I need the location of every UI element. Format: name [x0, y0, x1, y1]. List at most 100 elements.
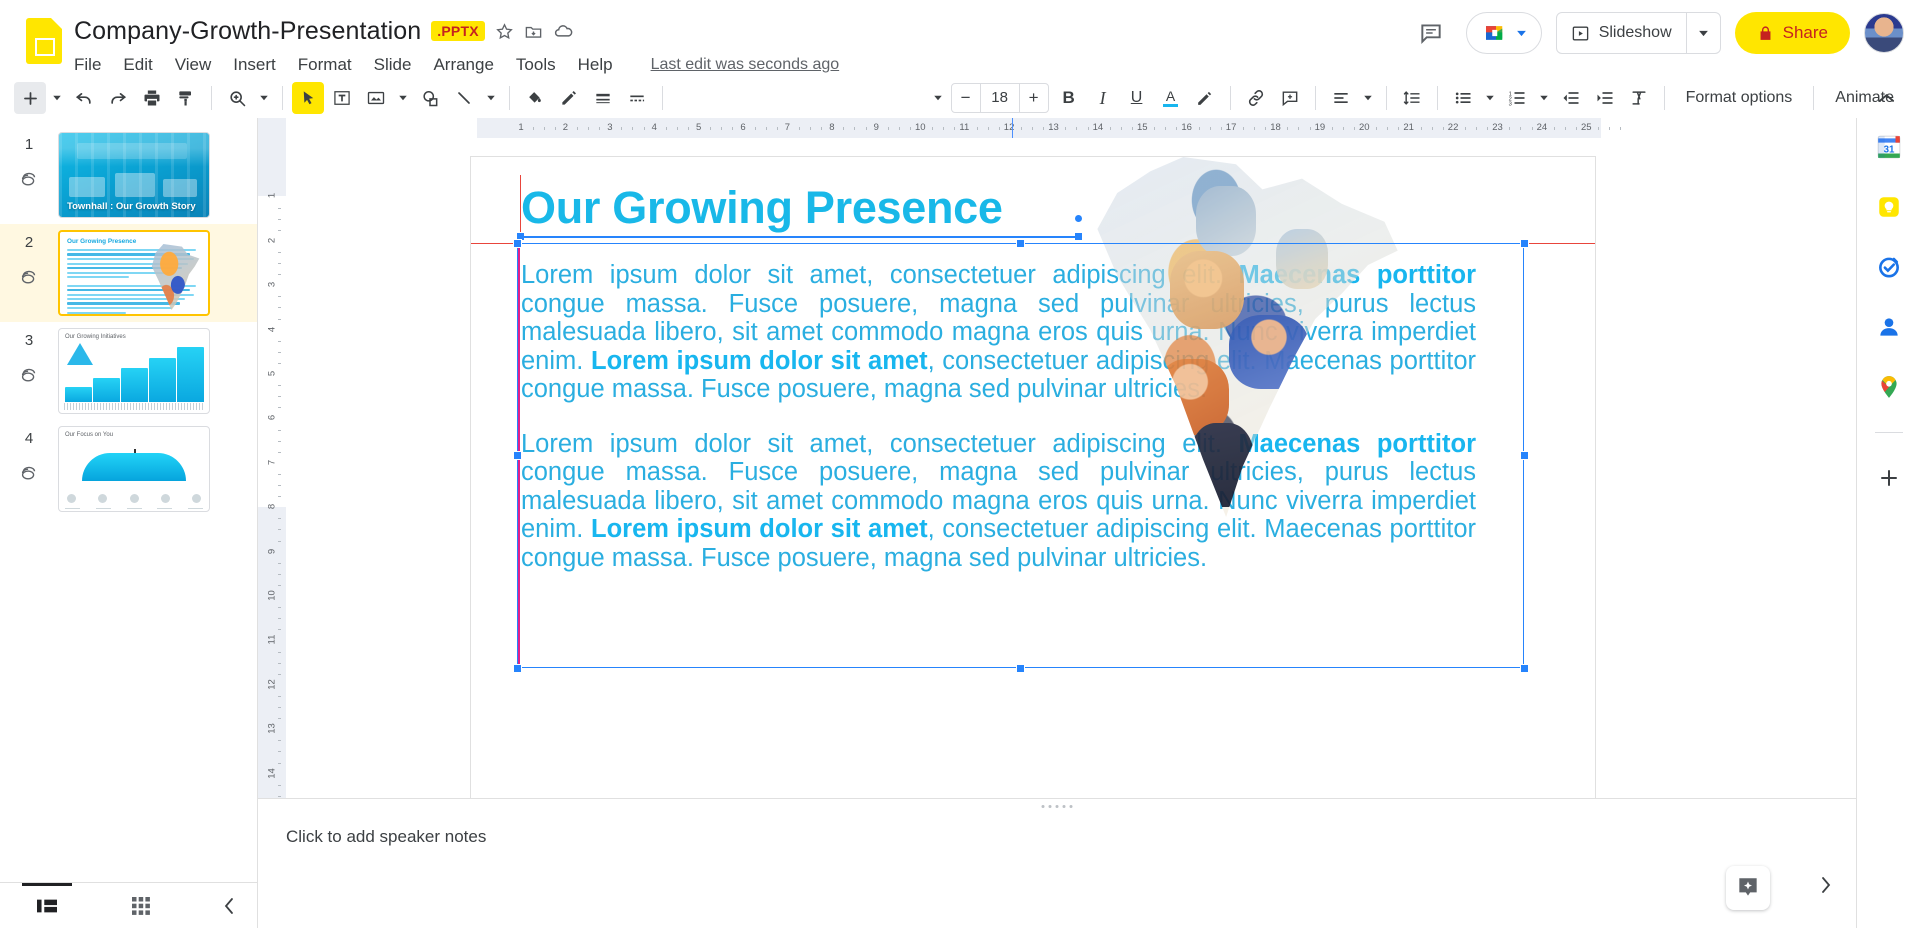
duplicate-slide-icon[interactable] — [0, 365, 58, 387]
duplicate-slide-icon[interactable] — [0, 267, 58, 289]
line-icon[interactable] — [448, 82, 480, 114]
new-slide-chevron-down-icon[interactable] — [48, 82, 66, 114]
slide-thumbnail-1[interactable]: 1 Townhall : Our Growth Story — [0, 126, 257, 224]
notes-resize-handle[interactable] — [1041, 805, 1073, 808]
highlight-color-icon[interactable] — [1189, 82, 1221, 114]
page-title[interactable]: Company-Growth-Presentation — [74, 17, 421, 46]
slideshow-button[interactable]: Slideshow — [1557, 13, 1686, 53]
menu-insert[interactable]: Insert — [233, 55, 276, 75]
increase-indent-icon[interactable] — [1589, 82, 1621, 114]
decrease-indent-icon[interactable] — [1555, 82, 1587, 114]
collapse-toolbar-icon[interactable] — [1870, 82, 1902, 114]
slide-3-preview[interactable]: Our Growing Initiatives — [58, 328, 210, 414]
undo-icon[interactable] — [68, 82, 100, 114]
fill-color-icon[interactable] — [519, 82, 551, 114]
paint-format-icon[interactable] — [170, 82, 202, 114]
text-color-icon[interactable]: A — [1155, 82, 1187, 114]
body-handle-top-left[interactable] — [513, 239, 522, 248]
slide-title-textbox[interactable]: Our Growing Presence — [521, 182, 1003, 234]
menu-slide[interactable]: Slide — [374, 55, 412, 75]
new-slide-icon[interactable] — [14, 82, 46, 114]
body-handle-bottom-center[interactable] — [1016, 664, 1025, 673]
expand-panel-icon[interactable] — [1808, 868, 1842, 902]
zoom-chevron-down-icon[interactable] — [255, 82, 273, 114]
slide-canvas[interactable]: Our Growing Presence Lorem ipsum dolor s… — [470, 156, 1596, 801]
google-meet-icon[interactable] — [1465, 12, 1542, 54]
select-tool-icon[interactable] — [292, 82, 324, 114]
zoom-icon[interactable] — [221, 82, 253, 114]
avatar[interactable] — [1864, 13, 1904, 53]
print-icon[interactable] — [136, 82, 168, 114]
border-dash-icon[interactable] — [621, 82, 653, 114]
slide-thumbnail-2[interactable]: 2 Our Growing Presence — [0, 224, 257, 322]
menu-arrange[interactable]: Arrange — [433, 55, 493, 75]
menu-file[interactable]: File — [74, 55, 101, 75]
google-tasks-icon[interactable] — [1874, 252, 1904, 282]
slide-1-preview[interactable]: Townhall : Our Growth Story — [58, 132, 210, 218]
slide-thumbnail-3[interactable]: 3 Our Growing Initiatives — [0, 322, 257, 420]
slide-2-preview[interactable]: Our Growing Presence — [58, 230, 210, 316]
decrease-font-size-button[interactable]: − — [952, 84, 980, 112]
border-color-icon[interactable] — [553, 82, 585, 114]
duplicate-slide-icon[interactable] — [0, 463, 58, 485]
add-app-icon[interactable] — [1874, 463, 1904, 493]
menu-help[interactable]: Help — [578, 55, 613, 75]
align-chevron-down-icon[interactable] — [1359, 82, 1377, 114]
body-handle-bottom-right[interactable] — [1520, 664, 1529, 673]
slide-4-preview[interactable]: Our Focus on You — [58, 426, 210, 512]
filmstrip-view-icon[interactable] — [0, 882, 94, 928]
text-box-icon[interactable] — [326, 82, 358, 114]
google-keep-icon[interactable] — [1874, 192, 1904, 222]
border-weight-icon[interactable] — [587, 82, 619, 114]
slide-thumbnail-4[interactable]: 4 Our Focus on You — [0, 420, 257, 518]
cloud-saved-icon[interactable] — [553, 21, 574, 42]
underline-icon[interactable]: U — [1121, 82, 1153, 114]
collapse-panel-icon[interactable] — [213, 889, 247, 923]
body-handle-bottom-left[interactable] — [513, 664, 522, 673]
bold-icon[interactable]: B — [1053, 82, 1085, 114]
redo-icon[interactable] — [102, 82, 134, 114]
numbered-list-icon[interactable]: 123 — [1501, 82, 1533, 114]
add-comment-icon[interactable] — [1274, 82, 1306, 114]
body-handle-top-right[interactable] — [1520, 239, 1529, 248]
horizontal-ruler[interactable]: 1 2 3 4 5 6 7 8 9 10 11 12 13 14 15 16 17 18 19 20 21 22 23 24 2… — [258, 118, 1856, 138]
grid-view-icon[interactable] — [94, 883, 188, 928]
numbered-list-chevron-down-icon[interactable] — [1535, 82, 1553, 114]
horizontal-ruler-track[interactable]: 1 2 3 4 5 6 7 8 9 10 11 12 13 14 15 16 17 18 19 20 21 22 23 24 2… — [286, 118, 1856, 138]
align-icon[interactable] — [1325, 82, 1357, 114]
menu-tools[interactable]: Tools — [516, 55, 556, 75]
shape-icon[interactable] — [414, 82, 446, 114]
menu-view[interactable]: View — [175, 55, 212, 75]
line-chevron-down-icon[interactable] — [482, 82, 500, 114]
menu-format[interactable]: Format — [298, 55, 352, 75]
slide-body-textbox[interactable]: Lorem ipsum dolor sit amet, consectetuer… — [521, 261, 1476, 598]
ruler-indent-marker[interactable] — [1012, 118, 1014, 138]
slides-list[interactable]: 1 Townhall : Our Growth Story 2 Our Grow… — [0, 118, 257, 882]
increase-font-size-button[interactable]: + — [1020, 84, 1048, 112]
insert-link-icon[interactable] — [1240, 82, 1272, 114]
insert-image-icon[interactable] — [360, 82, 392, 114]
star-icon[interactable] — [495, 22, 514, 41]
font-chevron-down-icon[interactable] — [929, 82, 947, 114]
google-contacts-icon[interactable] — [1874, 312, 1904, 342]
duplicate-slide-icon[interactable] — [0, 169, 58, 191]
body-handle-middle-left[interactable] — [513, 451, 522, 460]
bulleted-list-chevron-down-icon[interactable] — [1481, 82, 1499, 114]
title-rotate-handle[interactable] — [1074, 214, 1083, 223]
last-edit-status[interactable]: Last edit was seconds ago — [651, 56, 840, 74]
speaker-notes-panel[interactable]: Click to add speaker notes — [258, 798, 1856, 928]
menu-edit[interactable]: Edit — [123, 55, 152, 75]
bulleted-list-icon[interactable] — [1447, 82, 1479, 114]
comment-history-icon[interactable] — [1410, 12, 1452, 54]
image-chevron-down-icon[interactable] — [394, 82, 412, 114]
line-spacing-icon[interactable] — [1396, 82, 1428, 114]
body-handle-top-center[interactable] — [1016, 239, 1025, 248]
format-options-button[interactable]: Format options — [1674, 83, 1805, 113]
italic-icon[interactable]: I — [1087, 82, 1119, 114]
google-calendar-icon[interactable]: 31 — [1874, 132, 1904, 162]
google-maps-icon[interactable] — [1874, 372, 1904, 402]
font-size-input[interactable]: 18 — [979, 84, 1020, 112]
chevron-down-icon[interactable] — [1685, 13, 1720, 53]
body-handle-middle-right[interactable] — [1520, 451, 1529, 460]
move-to-folder-icon[interactable] — [524, 22, 543, 41]
